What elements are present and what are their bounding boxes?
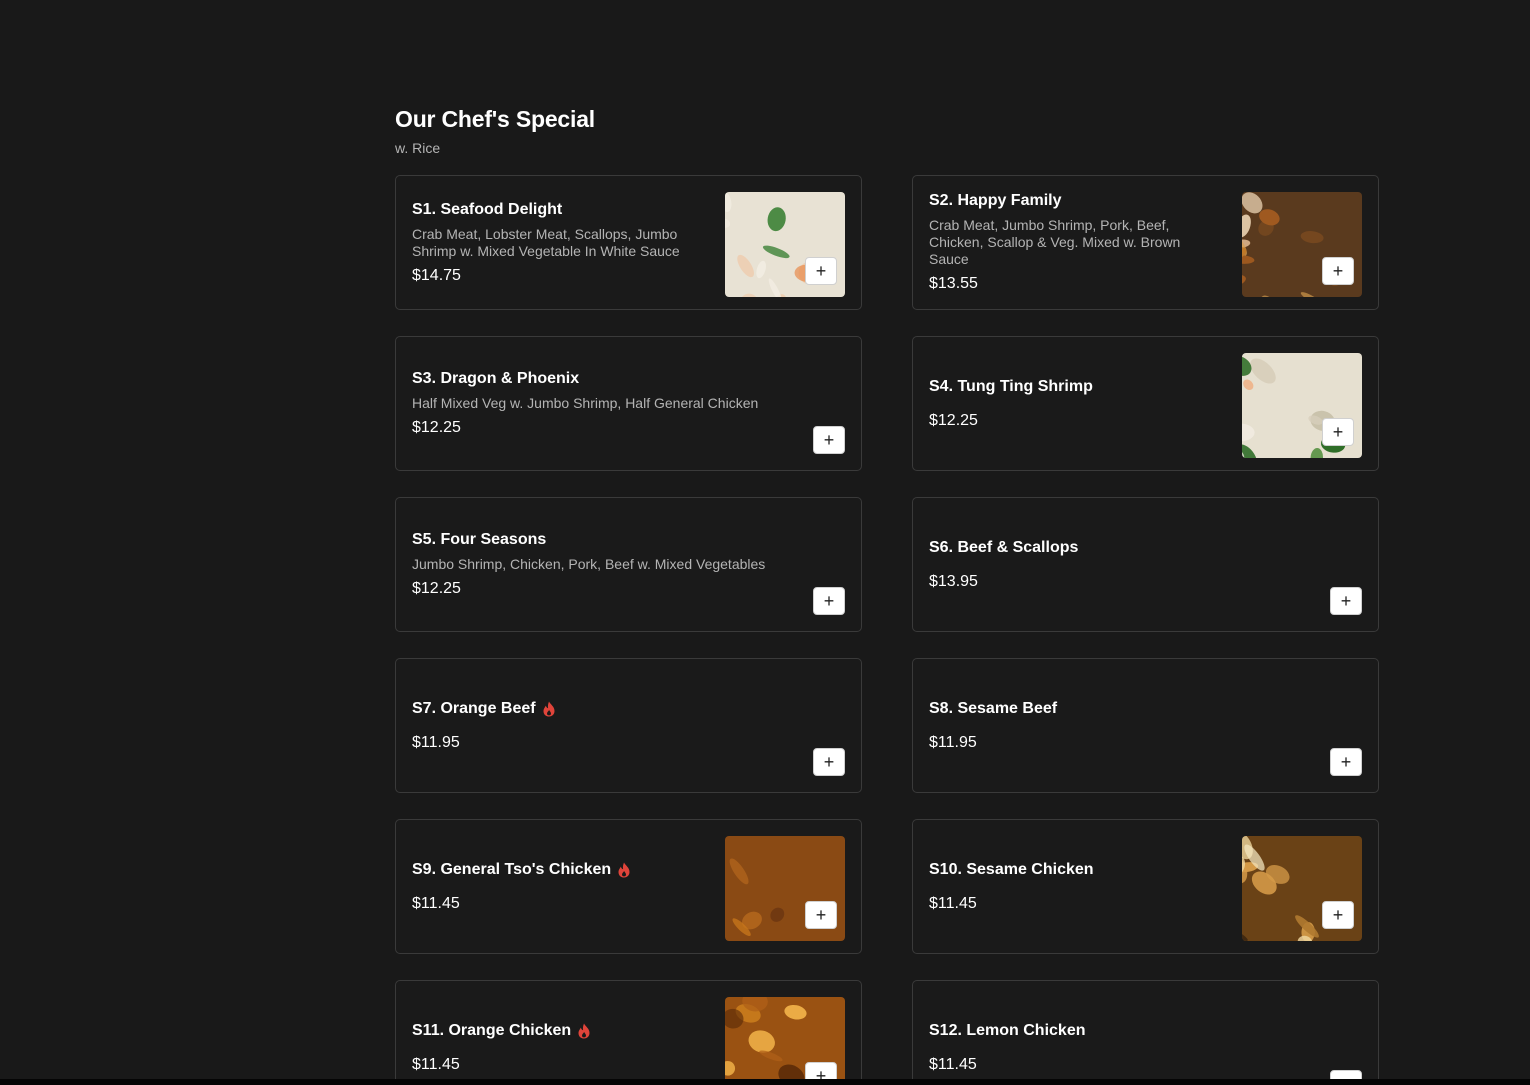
menu-item-price: $14.75 (412, 266, 461, 284)
spicy-flame-icon (577, 1023, 591, 1039)
plus-icon: + (1332, 422, 1344, 442)
menu-item-text: S11. Orange Chicken $11.45 (412, 981, 701, 1085)
chefs-special-section: Our Chef's Special w. Rice S1. Seafood D… (395, 104, 1381, 1085)
menu-item-text: S8. Sesame Beef $11.95 (929, 659, 1318, 792)
menu-item-name: S8. Sesame Beef (929, 699, 1318, 719)
add-to-cart-button[interactable]: + (1322, 901, 1354, 929)
bottom-edge (0, 1079, 1530, 1085)
menu-item-text: S1. Seafood Delight Crab Meat, Lobster Me… (412, 176, 701, 309)
menu-item-text: S2. Happy Family Crab Meat, Jumbo Shrimp,… (929, 176, 1218, 309)
menu-item-text: S3. Dragon & Phoenix Half Mixed Veg w. Ju… (412, 337, 801, 470)
menu-item-text: S7. Orange Beef $11.95 (412, 659, 801, 792)
menu-item-price: $12.25 (412, 419, 461, 436)
spicy-flame-icon (542, 701, 556, 717)
add-to-cart-button[interactable]: + (1330, 587, 1362, 615)
menu-item-name-label: S12. Lemon Chicken (929, 1021, 1086, 1039)
menu-item-card[interactable]: S12. Lemon Chicken$11.45+ (912, 980, 1379, 1085)
plus-icon: + (815, 905, 827, 925)
menu-item-name-label: S9. General Tso's Chicken (412, 860, 612, 878)
menu-item-text: S10. Sesame Chicken $11.45 (929, 820, 1218, 953)
menu-item-price: $11.45 (412, 894, 460, 912)
plus-icon: + (823, 752, 835, 772)
menu-item-name: S5. Four Seasons (412, 530, 801, 550)
menu-item-text: S4. Tung Ting Shrimp $12.25 (929, 337, 1218, 470)
menu-item-name-label: S3. Dragon & Phoenix (412, 370, 580, 387)
menu-item-name-label: S1. Seafood Delight (412, 200, 563, 218)
menu-item-description: Crab Meat, Lobster Meat, Scallops, Jumbo… (412, 225, 680, 259)
menu-item-name: S3. Dragon & Phoenix (412, 369, 801, 389)
plus-icon: + (823, 591, 835, 611)
menu-item-price: $13.95 (929, 572, 978, 590)
add-to-cart-button[interactable]: + (813, 587, 845, 615)
menu-item-text: S6. Beef & Scallops $13.95 (929, 498, 1318, 631)
add-to-cart-button[interactable]: + (805, 257, 837, 285)
plus-icon: + (815, 261, 827, 281)
menu-item-name-label: S6. Beef & Scallops (929, 538, 1079, 556)
plus-icon: + (823, 430, 835, 450)
menu-item-name: S11. Orange Chicken (412, 1021, 701, 1041)
menu-item-card[interactable]: S1. Seafood Delight Crab Meat, Lobster Me… (395, 175, 862, 310)
add-to-cart-button[interactable]: + (813, 426, 845, 454)
menu-item-description: Half Mixed Veg w. Jumbo Shrimp, Half Gen… (412, 395, 759, 411)
menu-item-name: S2. Happy Family (929, 191, 1218, 211)
add-to-cart-button[interactable]: + (805, 901, 837, 929)
menu-item-text: S12. Lemon Chicken $11.45 (929, 981, 1318, 1085)
menu-item-card[interactable]: S4. Tung Ting Shrimp $12.25 + (912, 336, 1379, 471)
menu-item-price: $11.45 (929, 1055, 977, 1073)
menu-item-name: S1. Seafood Delight (412, 200, 701, 220)
plus-icon: + (1340, 752, 1352, 772)
menu-item-name: S9. General Tso's Chicken (412, 860, 701, 880)
menu-item-card[interactable]: S6. Beef & Scallops $13.95 + (912, 497, 1379, 632)
menu-item-name: S4. Tung Ting Shrimp (929, 377, 1218, 397)
menu-item-price: $11.95 (929, 733, 977, 751)
menu-item-card[interactable]: S9. General Tso's Chicken $11.45 + (395, 819, 862, 954)
menu-item-name-label: S11. Orange Chicken (412, 1021, 572, 1039)
add-to-cart-button[interactable]: + (813, 748, 845, 776)
menu-item-description: Crab Meat, Jumbo Shrimp, Pork, Beef, Chi… (929, 217, 1181, 267)
spicy-flame-icon (617, 862, 631, 878)
plus-icon: + (1340, 591, 1352, 611)
menu-item-name-label: S7. Orange Beef (412, 699, 536, 717)
menu-item-text: S5. Four Seasons Jumbo Shrimp, Chicken, P… (412, 498, 801, 631)
menu-item-price: $12.25 (929, 411, 978, 429)
menu-item-card[interactable]: S11. Orange Chicken $11.45 + (395, 980, 862, 1085)
menu-item-price: $12.25 (412, 580, 461, 597)
menu-item-name: S10. Sesame Chicken (929, 860, 1218, 880)
menu-item-card[interactable]: S10. Sesame Chicken $11.45 + (912, 819, 1379, 954)
menu-item-card[interactable]: S3. Dragon & Phoenix Half Mixed Veg w. Ju… (395, 336, 862, 471)
menu-item-name: S6. Beef & Scallops (929, 538, 1318, 558)
plus-icon: + (1332, 261, 1344, 281)
menu-item-name-label: S10. Sesame Chicken (929, 860, 1094, 878)
plus-icon: + (1332, 905, 1344, 925)
menu-item-price: $11.45 (412, 1055, 460, 1073)
section-title: Our Chef's Special (395, 106, 595, 132)
menu-item-card[interactable]: S8. Sesame Beef $11.95 + (912, 658, 1379, 793)
menu-item-price: $11.45 (929, 894, 977, 912)
menu-item-name: S12. Lemon Chicken (929, 1021, 1318, 1041)
menu-item-name-label: S5. Four Seasons (412, 531, 547, 548)
add-to-cart-button[interactable]: + (1330, 748, 1362, 776)
menu-item-price: $11.95 (412, 733, 460, 751)
section-subtitle: w. Rice (395, 140, 441, 156)
menu-page: Our Chef's Special w. Rice S1. Seafood D… (0, 0, 1530, 1085)
menu-item-card[interactable]: S5. Four Seasons Jumbo Shrimp, Chicken, P… (395, 497, 862, 632)
menu-item-price: $13.55 (929, 275, 978, 292)
menu-item-card[interactable]: S2. Happy Family Crab Meat, Jumbo Shrimp,… (912, 175, 1379, 310)
add-to-cart-button[interactable]: + (1322, 418, 1354, 446)
menu-item-card[interactable]: S7. Orange Beef $11.95 + (395, 658, 862, 793)
menu-item-name-label: S8. Sesame Beef (929, 699, 1058, 717)
add-to-cart-button[interactable]: + (1322, 257, 1354, 285)
menu-item-name-label: S2. Happy Family (929, 192, 1062, 209)
menu-item-description: Jumbo Shrimp, Chicken, Pork, Beef w. Mix… (412, 556, 766, 572)
menu-item-name-label: S4. Tung Ting Shrimp (929, 377, 1093, 395)
menu-item-name: S7. Orange Beef (412, 699, 801, 719)
menu-item-text: S9. General Tso's Chicken $11.45 (412, 820, 701, 953)
